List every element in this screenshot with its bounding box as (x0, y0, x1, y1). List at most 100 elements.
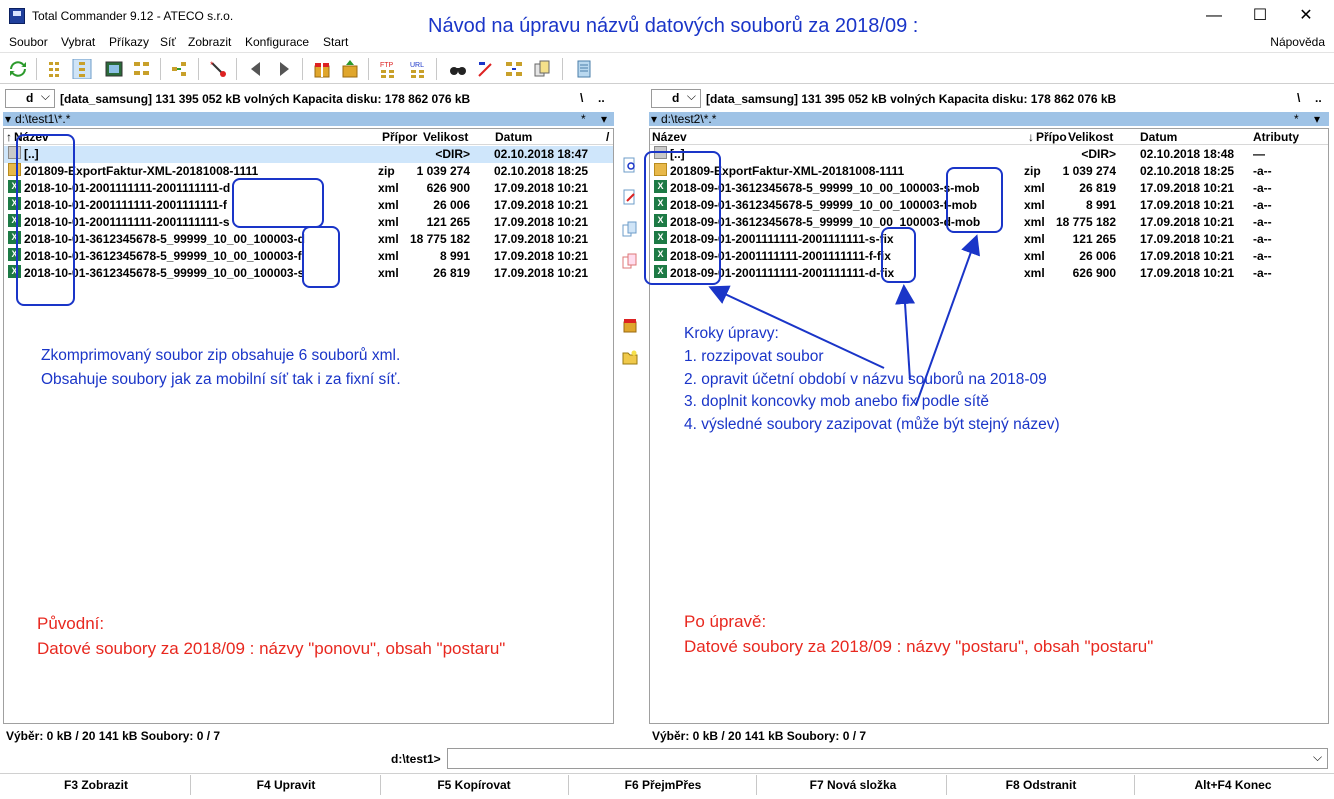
right-col-size[interactable]: Velikost (1068, 129, 1113, 145)
annotation-box-right-fix (881, 227, 916, 283)
file-ext: xml (1024, 198, 1045, 212)
left-col-date[interactable]: Datum (495, 129, 532, 145)
left-col-ext[interactable]: Přípor (382, 129, 417, 145)
file-attr: -a-- (1253, 198, 1272, 212)
app-icon (9, 8, 25, 24)
file-date: 02.10.2018 18:25 (1140, 164, 1235, 178)
compare-files-icon[interactable] (532, 59, 552, 79)
left-path-filter[interactable]: * (581, 112, 586, 126)
file-size: 26 006 (433, 198, 470, 212)
left-sort-indicator: ↑ (6, 130, 12, 144)
move-file-icon[interactable] (622, 253, 638, 269)
minimize-button[interactable]: — (1191, 0, 1237, 32)
f7-new-folder-button[interactable]: F7 Nová složka (763, 778, 943, 792)
file-date: 17.09.2018 10:21 (1140, 232, 1235, 246)
annotation-box-left-fix (232, 178, 324, 228)
edit-file-icon[interactable] (622, 189, 638, 205)
step-4: 4. výsledné soubory zazipovat (může být … (684, 416, 1060, 433)
menu-napoveda[interactable]: Nápověda (1270, 35, 1325, 49)
file-ext: xml (378, 249, 399, 263)
file-size: 18 775 182 (1055, 215, 1116, 229)
invert-selection-icon[interactable] (170, 59, 190, 79)
unpack-files-icon[interactable] (340, 59, 360, 79)
close-button[interactable]: ✕ (1283, 0, 1329, 32)
file-attr: -a-- (1253, 164, 1272, 178)
tree-view-icon[interactable] (132, 59, 152, 79)
file-attr: -a-- (1253, 181, 1272, 195)
ftp-connect-icon[interactable]: FTP (378, 59, 398, 79)
left-file-row[interactable]: [..] <DIR> 02.10.2018 18:47 (4, 146, 613, 163)
sync-dirs-icon[interactable] (504, 59, 524, 79)
find-files-icon[interactable] (448, 59, 468, 79)
file-date: 17.09.2018 10:21 (494, 249, 589, 263)
thumbnail-view-icon[interactable] (104, 59, 124, 79)
file-attr: -a-- (1253, 266, 1272, 280)
left-drive-info: [data_samsung] 131 395 052 kB volných Ka… (60, 92, 471, 106)
f8-delete-button[interactable]: F8 Odstranit (951, 778, 1131, 792)
notepad-icon[interactable] (574, 59, 594, 79)
select-wildcard-icon[interactable]: * (208, 59, 228, 79)
left-path-dropdown-icon[interactable]: ▾ (601, 112, 607, 126)
file-date: 17.09.2018 10:21 (1140, 215, 1235, 229)
menu-zobrazit[interactable]: Zobrazit (188, 35, 231, 49)
menu-start[interactable]: Start (323, 35, 348, 49)
right-path-bar[interactable]: ▾ d:\test2\*.* * ▾ (649, 112, 1329, 126)
full-view-icon[interactable] (72, 59, 92, 79)
right-root-button[interactable]: \ (1297, 91, 1300, 105)
copy-file-icon[interactable] (622, 221, 638, 237)
left-col-attr-cut: / (606, 130, 610, 144)
back-arrow-icon[interactable] (246, 59, 266, 79)
menu-prikazy[interactable]: Příkazy (109, 35, 149, 49)
command-prompt: d:\test1> (391, 752, 441, 766)
refresh-icon[interactable] (8, 59, 28, 79)
note-zip-contents: Zkomprimovaný soubor zip obsahuje 6 soub… (41, 347, 401, 364)
brief-view-icon[interactable] (46, 59, 66, 79)
right-col-date[interactable]: Datum (1140, 129, 1177, 145)
forward-arrow-icon[interactable] (274, 59, 294, 79)
f5-copy-button[interactable]: F5 Kopírovat (384, 778, 564, 792)
note-modified-title: Po úpravě: (684, 612, 767, 631)
f6-move-button[interactable]: F6 PřejmPřes (573, 778, 753, 792)
right-col-attr[interactable]: Atributy (1253, 129, 1299, 145)
right-path-dropdown-icon[interactable]: ▾ (1314, 112, 1320, 126)
right-status: Výběr: 0 kB / 20 141 kB Soubory: 0 / 7 (652, 729, 867, 743)
file-ext: xml (378, 181, 399, 195)
pack-icon[interactable] (622, 317, 638, 333)
file-ext: xml (1024, 249, 1045, 263)
multi-rename-icon[interactable] (476, 59, 496, 79)
toolbar (0, 52, 1334, 84)
left-drive-select[interactable]: d (5, 88, 55, 108)
right-file-row[interactable]: X 2018-09-01-2001111111-2001111111-d-fix x… (650, 265, 1328, 282)
maximize-button[interactable]: ☐ (1237, 0, 1283, 32)
right-col-ext[interactable]: Přípo (1036, 129, 1067, 145)
view-file-icon[interactable] (622, 157, 638, 173)
right-col-name[interactable]: Název (652, 129, 687, 145)
right-path-filter[interactable]: * (1294, 112, 1299, 126)
menu-soubor[interactable]: Soubor (9, 35, 48, 49)
note-modified-desc: Datové soubory za 2018/09 : názvy "posta… (684, 637, 1154, 656)
f3-view-button[interactable]: F3 Zobrazit (6, 778, 186, 792)
right-file-row[interactable]: X 2018-09-01-2001111111-2001111111-f-fix x… (650, 248, 1328, 265)
file-date: 02.10.2018 18:25 (494, 164, 589, 178)
svg-text:URL: URL (410, 62, 424, 69)
pack-files-icon[interactable] (312, 59, 332, 79)
command-input[interactable] (447, 748, 1328, 769)
right-file-row[interactable]: X 2018-09-01-2001111111-2001111111-s-fix x… (650, 231, 1328, 248)
left-path-bar[interactable]: ▾ d:\test1\*.* * ▾ (3, 112, 614, 126)
note-networks: Obsahuje soubory jak za mobilní síť tak … (41, 371, 401, 388)
url-connect-icon[interactable]: URL (408, 59, 428, 79)
svg-text:*: * (210, 60, 214, 70)
menu-vybrat[interactable]: Vybrat (61, 35, 95, 49)
f4-edit-button[interactable]: F4 Upravit (196, 778, 376, 792)
right-drive-select[interactable]: d (651, 88, 701, 108)
left-up-button[interactable]: .. (598, 91, 605, 105)
left-root-button[interactable]: \ (580, 91, 583, 105)
left-col-size[interactable]: Velikost (423, 129, 468, 145)
right-up-button[interactable]: .. (1315, 91, 1322, 105)
menu-sit[interactable]: Síť (160, 35, 176, 49)
alt-f4-exit-button[interactable]: Alt+F4 Konec (1143, 778, 1323, 792)
right-file-row[interactable]: [..] <DIR> 02.10.2018 18:48— (650, 146, 1328, 163)
command-history-dropdown-icon[interactable]: ⌵ (1313, 750, 1322, 765)
menu-konfigurace[interactable]: Konfigurace (245, 35, 309, 49)
new-folder-icon[interactable] (622, 349, 638, 365)
